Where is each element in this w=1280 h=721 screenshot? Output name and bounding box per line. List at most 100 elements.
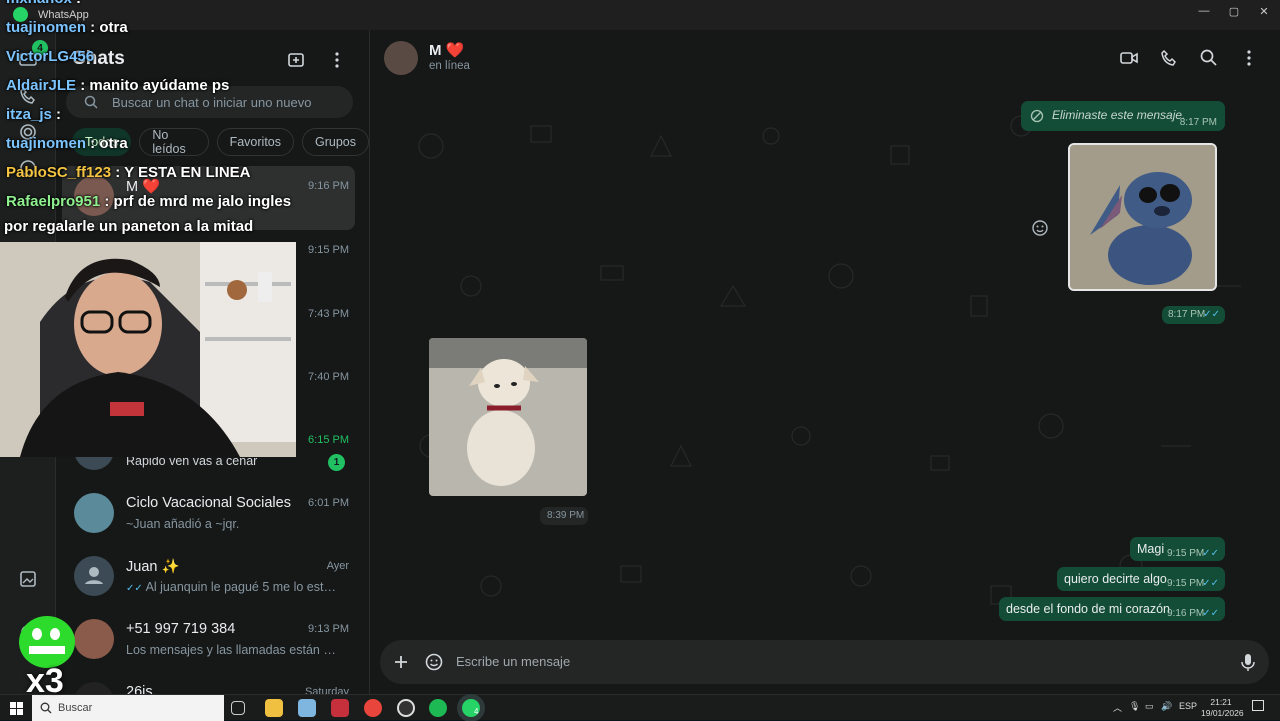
message-bubble[interactable]: quiero decirte algo 9:15 PM ✓✓ xyxy=(1057,567,1225,591)
dog-sticker[interactable] xyxy=(429,338,587,496)
chat-preview: Rapido ven vas a cenar xyxy=(126,454,258,468)
task-view-icon[interactable] xyxy=(231,701,245,715)
message-text: Magi xyxy=(1137,542,1165,556)
attach-plus-icon[interactable] xyxy=(391,652,411,672)
default-user-icon xyxy=(85,567,103,584)
sticker-time-pill: 8:39 PM xyxy=(540,507,588,525)
status-icon[interactable] xyxy=(18,122,38,142)
sticker-icon[interactable] xyxy=(424,652,444,672)
app-icon[interactable] xyxy=(331,699,349,717)
contact-status: en línea xyxy=(429,60,470,72)
channels-icon[interactable] xyxy=(18,158,38,178)
search-icon xyxy=(40,702,52,714)
search-icon[interactable] xyxy=(1199,48,1219,68)
obs-icon[interactable] xyxy=(397,699,415,717)
filter-chips: Todos No leídos Favoritos Grupos xyxy=(72,128,369,156)
title-bar: WhatsApp — ▢ ✕ xyxy=(0,0,1280,30)
unread-badge: 1 xyxy=(328,454,345,471)
notifications-icon[interactable] xyxy=(1252,700,1264,711)
chat-preview: ~Juan añadió a ~jqr. xyxy=(126,517,240,531)
chrome-icon[interactable] xyxy=(364,699,382,717)
filter-unread[interactable]: No leídos xyxy=(139,128,209,156)
message-bubble[interactable]: Magi 9:15 PM ✓✓ xyxy=(1130,537,1225,561)
whatsapp-taskbar-badge: 4 xyxy=(474,707,479,716)
whatsapp-logo-icon xyxy=(13,7,28,22)
menu-dots-icon[interactable] xyxy=(327,50,347,70)
message-time: 8:39 PM xyxy=(547,510,585,521)
contact-name[interactable]: M ❤️ xyxy=(429,41,464,59)
mic-tray-icon[interactable]: 🎙 xyxy=(1129,701,1140,712)
chat-time: Ayer xyxy=(326,560,349,572)
avatar xyxy=(74,493,114,533)
avatar xyxy=(74,682,114,694)
spotify-icon[interactable] xyxy=(429,699,447,717)
network-icon[interactable]: ▭ xyxy=(1145,701,1154,712)
chat-preview: ✓✓ Al juanquin le pagué 5 me lo está h..… xyxy=(126,580,341,594)
stitch-sticker[interactable] xyxy=(1068,143,1217,291)
chats-heading: Chats xyxy=(72,48,125,69)
file-explorer-icon[interactable] xyxy=(265,699,283,717)
message-time: 9:15 PM xyxy=(1167,578,1205,589)
new-chat-icon[interactable] xyxy=(286,50,306,70)
blocked-icon xyxy=(1030,109,1044,123)
conversation-panel: M ❤️ en línea Eliminaste este mensaje. 8… xyxy=(371,30,1280,694)
whatsapp-window: WhatsApp — ▢ ✕ 4 Chats Buscar un chat o … xyxy=(0,0,1280,694)
clock[interactable]: 21:21 19/01/2026 xyxy=(1201,697,1244,719)
chat-row[interactable]: 9:15 PM xyxy=(62,230,355,294)
close-button[interactable]: ✕ xyxy=(1246,0,1280,22)
read-ticks-icon: ✓✓ xyxy=(1202,548,1219,559)
taskbar-search[interactable]: Buscar xyxy=(32,695,224,721)
chat-row[interactable]: 7:40 PM xyxy=(62,357,355,421)
chats-unread-badge: 4 xyxy=(32,40,48,56)
filter-all[interactable]: Todos xyxy=(72,128,132,156)
message-bubble[interactable]: desde el fondo de mi corazón 9:16 PM ✓✓ xyxy=(999,597,1225,621)
nav-rail: 4 xyxy=(0,30,56,694)
message-time: 9:16 PM xyxy=(1167,608,1205,619)
chat-row-juan[interactable]: Juan ✨ Ayer ✓✓ Al juanquin le pagué 5 me… xyxy=(62,546,355,610)
search-input[interactable]: Buscar un chat o iniciar uno nuevo xyxy=(66,86,353,118)
chat-row[interactable]: 6:15 PM Rapido ven vas a cenar 1 xyxy=(62,420,355,484)
windows-start-icon[interactable] xyxy=(10,702,23,715)
chat-row-26is[interactable]: 26is Saturday xyxy=(62,672,355,694)
window-title: WhatsApp xyxy=(38,9,89,21)
avatar xyxy=(74,430,114,470)
chat-time: 6:01 PM xyxy=(308,497,349,509)
chat-row-number[interactable]: +51 997 719 384 9:13 PM Los mensajes y l… xyxy=(62,609,355,673)
filter-groups[interactable]: Grupos xyxy=(302,128,369,156)
filter-favorites[interactable]: Favoritos xyxy=(216,128,294,156)
chat-row-ciclo[interactable]: Ciclo Vacacional Sociales 6:01 PM ~Juan … xyxy=(62,483,355,547)
notepad-icon[interactable] xyxy=(298,699,316,717)
react-emoji-icon[interactable] xyxy=(1031,219,1049,237)
chat-row[interactable]: 7:43 PM xyxy=(62,294,355,358)
read-ticks-icon: ✓✓ xyxy=(1202,608,1219,619)
stitch-sticker-image xyxy=(1070,145,1215,289)
voice-call-icon[interactable] xyxy=(1159,48,1179,68)
avatar xyxy=(74,556,114,596)
chat-preview: Los mensajes y las llamadas están cifr..… xyxy=(126,643,341,657)
media-icon[interactable] xyxy=(18,569,38,589)
chat-time: Saturday xyxy=(304,686,349,694)
message-text: desde el fondo de mi corazón xyxy=(1006,602,1170,616)
video-call-icon[interactable] xyxy=(1119,48,1139,68)
message-time: 9:15 PM xyxy=(1167,548,1205,559)
settings-icon[interactable] xyxy=(18,622,38,642)
sticker-time-pill: 8:17 PM ✓✓ xyxy=(1162,306,1225,324)
conversation-header: M ❤️ en línea xyxy=(371,30,1280,86)
menu-dots-icon[interactable] xyxy=(1239,48,1259,68)
read-ticks-icon: ✓✓ xyxy=(1202,578,1219,589)
volume-icon[interactable]: 🔊 xyxy=(1161,701,1172,712)
chat-time: 7:40 PM xyxy=(308,371,349,383)
chat-time: 7:43 PM xyxy=(308,308,349,320)
search-placeholder: Buscar un chat o iniciar uno nuevo xyxy=(112,94,312,110)
chat-preview-text: Al juanquin le pagué 5 me lo está h... xyxy=(145,580,341,594)
tray-chevron-icon[interactable]: ︿ xyxy=(1113,701,1122,714)
chat-row-m[interactable]: M ❤️ 9:16 PM xyxy=(62,166,355,230)
message-input[interactable]: Escribe un mensaje xyxy=(456,654,570,669)
deleted-message[interactable]: Eliminaste este mensaje. 8:17 PM xyxy=(1021,101,1225,131)
contact-avatar[interactable] xyxy=(384,41,418,75)
microphone-icon[interactable] xyxy=(1238,652,1258,672)
windows-taskbar: Buscar 4 ︿ 🎙 ▭ 🔊 ESP 21:21 19/01/2026 xyxy=(0,694,1280,721)
language-indicator[interactable]: ESP xyxy=(1179,701,1197,711)
calls-icon[interactable] xyxy=(18,86,38,106)
read-ticks-icon: ✓✓ xyxy=(1203,309,1220,320)
